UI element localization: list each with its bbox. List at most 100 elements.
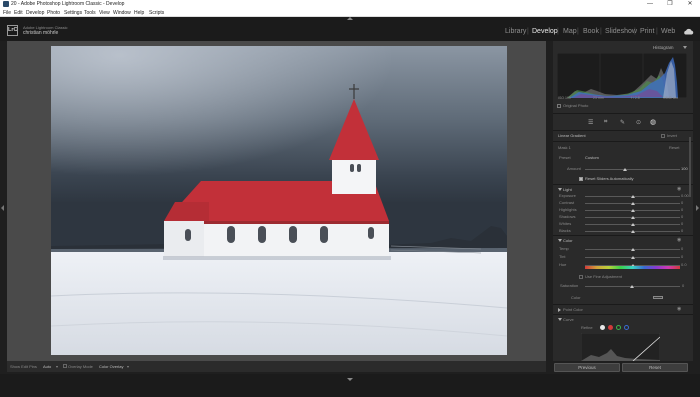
panel-divider — [553, 314, 693, 315]
light-slider-value[interactable]: 0 — [681, 214, 683, 219]
show-edit-pins-chevron-icon[interactable] — [56, 366, 58, 368]
panel-scrollbar[interactable] — [689, 137, 691, 197]
module-book[interactable]: Book — [583, 28, 599, 36]
color-collapse-icon[interactable] — [558, 239, 562, 242]
menu-edit[interactable]: Edit — [14, 9, 23, 17]
light-visibility-icon[interactable]: ◉ — [677, 186, 681, 192]
curve-channel-green[interactable] — [616, 325, 621, 330]
module-separator: | — [577, 28, 579, 35]
mask-name[interactable]: Linear Gradient — [558, 133, 586, 138]
red-eye-icon[interactable]: ⊙ — [636, 119, 641, 126]
light-slider-knob[interactable] — [630, 209, 635, 212]
invert-label[interactable]: Invert — [667, 133, 677, 138]
point-color-expand-icon[interactable] — [558, 308, 561, 312]
module-develop[interactable]: Develop — [532, 28, 558, 36]
color-title[interactable]: Color — [563, 238, 573, 243]
saturation-slider-knob[interactable] — [630, 285, 634, 288]
menu-view[interactable]: View — [99, 9, 110, 17]
module-slideshow[interactable]: Slideshow — [605, 28, 637, 36]
curve-channel-rgb[interactable] — [600, 325, 605, 330]
menu-file[interactable]: File — [3, 9, 11, 17]
left-panel-toggle-icon[interactable] — [1, 205, 4, 211]
module-web[interactable]: Web — [661, 28, 675, 36]
light-slider-knob[interactable] — [630, 230, 635, 233]
cloud-sync-icon[interactable] — [683, 28, 694, 35]
curve-refine-label: Refine — [581, 325, 593, 330]
color-slider-knob[interactable] — [630, 256, 635, 259]
light-title[interactable]: Light — [563, 187, 572, 192]
fine-adjustment-checkbox[interactable] — [579, 275, 583, 279]
reset-sliders-checkbox[interactable] — [579, 177, 583, 181]
right-panel-toggle-icon[interactable] — [696, 205, 699, 211]
histogram-title[interactable]: Histogram — [653, 45, 674, 50]
light-slider-value[interactable]: 0 — [681, 221, 683, 226]
light-collapse-icon[interactable] — [558, 188, 562, 191]
light-slider-knob[interactable] — [630, 223, 635, 226]
histogram-collapse-icon[interactable] — [683, 46, 687, 49]
module-separator: | — [527, 28, 529, 35]
show-edit-pins-dropdown[interactable]: Auto — [43, 364, 51, 369]
light-slider-label: Shadows — [559, 214, 576, 219]
close-icon[interactable]: ✕ — [680, 0, 700, 9]
light-slider-label: Highlights — [559, 207, 577, 212]
photo-church-in-snow[interactable] — [51, 46, 507, 355]
menu-window[interactable]: Window — [113, 9, 131, 17]
overlay-mode-dropdown[interactable]: Color Overlay — [99, 364, 123, 369]
curve-collapse-icon[interactable] — [558, 318, 562, 321]
hue-spectrum[interactable] — [585, 266, 680, 269]
tone-curve-graph[interactable] — [581, 333, 660, 361]
exif-shutter: 1/640 sec — [663, 96, 679, 100]
invert-checkbox[interactable] — [661, 134, 665, 138]
filmstrip-toggle-icon[interactable] — [347, 378, 353, 381]
color-swatch[interactable] — [653, 296, 663, 299]
light-slider-value[interactable]: 0 — [681, 228, 683, 233]
lightroom-logo: LrC — [7, 25, 18, 36]
edit-sliders-icon[interactable]: ☰ — [588, 119, 593, 126]
mask-reset-label[interactable]: Reset — [669, 145, 679, 150]
overlay-mode-checkbox[interactable] — [63, 364, 67, 368]
menu-settings[interactable]: Settings — [64, 9, 82, 17]
light-slider-value[interactable]: 0 — [681, 200, 683, 205]
maximize-icon[interactable]: ❐ — [660, 0, 680, 9]
curve-channel-red[interactable] — [608, 325, 613, 330]
light-slider-knob[interactable] — [630, 195, 635, 198]
minimize-icon[interactable]: — — [640, 0, 660, 9]
amount-value[interactable]: 100 — [681, 166, 688, 171]
reset-button[interactable]: Reset — [622, 363, 688, 372]
light-slider-value[interactable]: 0.00 — [681, 193, 689, 198]
amount-label: Amount — [567, 166, 581, 171]
overlay-mode-chevron-icon[interactable] — [127, 366, 129, 368]
amount-slider-track[interactable] — [585, 169, 680, 170]
preset-dropdown[interactable]: Custom — [585, 155, 599, 160]
previous-button[interactable]: Previous — [554, 363, 620, 372]
curve-channel-blue[interactable] — [624, 325, 629, 330]
healing-icon[interactable]: ✎ — [620, 119, 625, 126]
original-photo-checkbox[interactable] — [557, 104, 561, 108]
light-slider-knob[interactable] — [630, 202, 635, 205]
module-library[interactable]: Library — [505, 28, 526, 36]
point-color-title[interactable]: Point Color — [563, 307, 583, 312]
saturation-value[interactable]: 0 — [682, 283, 684, 288]
light-slider-knob[interactable] — [630, 216, 635, 219]
masking-icon[interactable]: ◍ — [650, 118, 656, 126]
color-slider-label: Tint — [559, 254, 566, 259]
light-slider-value[interactable]: 0 — [681, 207, 683, 212]
color-visibility-icon[interactable]: ◉ — [677, 237, 681, 243]
curve-title[interactable]: Curve — [563, 317, 574, 322]
color-slider-value[interactable]: 0 — [681, 254, 683, 259]
point-color-visibility-icon[interactable]: ◉ — [677, 306, 681, 312]
amount-slider-knob[interactable] — [623, 168, 627, 171]
module-map[interactable]: Map — [563, 28, 577, 36]
menu-develop[interactable]: Develop — [26, 9, 44, 17]
module-print[interactable]: Print — [640, 28, 654, 36]
menu-photo[interactable]: Photo — [47, 9, 60, 17]
crop-icon[interactable]: ⌗ — [604, 119, 607, 126]
menu-tools[interactable]: Tools — [84, 9, 96, 17]
color-slider-knob[interactable] — [630, 248, 635, 251]
top-panel-toggle-icon[interactable] — [347, 17, 353, 20]
menu-help[interactable]: Help — [134, 9, 144, 17]
color-slider-value[interactable]: 0 — [681, 246, 683, 251]
color-slider-value[interactable]: 0.0 — [681, 262, 687, 267]
histogram-chart[interactable] — [557, 53, 687, 98]
menu-scripts[interactable]: Scripts — [149, 9, 164, 17]
